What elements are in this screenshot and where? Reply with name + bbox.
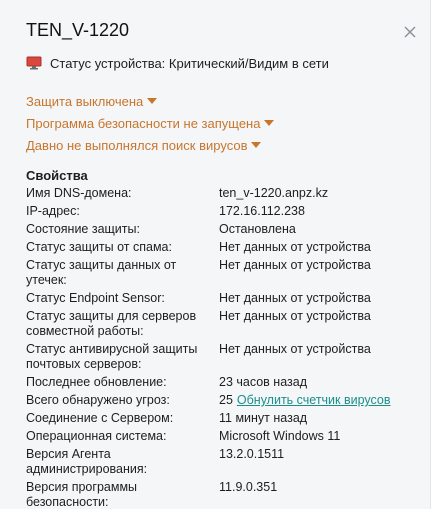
alert-protection-off[interactable]: Защита выключена <box>26 94 274 116</box>
property-value: Microsoft Windows 11 <box>219 429 341 443</box>
property-row-spam-protection: Статус защиты от спама: Нет данных от ус… <box>26 240 426 255</box>
property-value: Остановлена <box>219 222 296 236</box>
device-status-row: Статус устройства: Критический/Видим в с… <box>26 55 329 71</box>
property-key: Операционная система: <box>26 429 167 443</box>
reset-virus-counter-link[interactable]: Обнулить счетчик вирусов <box>237 393 391 407</box>
property-row-security-app-version: Версия программы безопасности: 11.9.0.35… <box>26 480 426 510</box>
property-value: Нет данных от устройства <box>219 342 371 356</box>
caret-down-icon <box>264 120 275 126</box>
property-key: Версия программы безопасности: <box>26 480 138 509</box>
property-row-last-update: Последнее обновление: 23 часов назад <box>26 375 426 390</box>
property-value: Нет данных от устройства <box>219 309 371 323</box>
alert-security-app-not-running[interactable]: Программа безопасности не запущена <box>26 116 275 138</box>
alert-label: Программа безопасности не запущена <box>26 116 261 131</box>
property-key: Статус Endpoint Sensor: <box>26 291 165 305</box>
properties-list: Имя DNS-домена: ten_v-1220.anpz.kz IP-ад… <box>26 186 426 513</box>
property-row-endpoint-sensor: Статус Endpoint Sensor: Нет данных от ус… <box>26 291 426 306</box>
property-value: ten_v-1220.anpz.kz <box>219 186 329 200</box>
property-key: Версия Агента администрирования: <box>26 447 148 476</box>
alert-label: Защита выключена <box>26 94 144 109</box>
close-icon[interactable] <box>402 24 418 40</box>
property-row-protection-state: Состояние защиты: Остановлена <box>26 222 426 237</box>
alert-label: Давно не выполнялся поиск вирусов <box>26 138 248 153</box>
property-row-threats-detected: Всего обнаружено угроз: 25 Обнулить счетч… <box>26 393 426 408</box>
property-key: Состояние защиты: <box>26 222 140 236</box>
property-key: IP-адрес: <box>26 204 80 218</box>
device-status-text: Статус устройства: Критический/Видим в с… <box>50 55 329 71</box>
alerts-list: Защита выключена Программа безопасности … <box>26 94 275 160</box>
properties-section-title: Свойства <box>26 168 88 183</box>
property-value-wrap: 25 Обнулить счетчик вирусов <box>219 393 391 408</box>
threat-count: 25 <box>219 393 233 407</box>
caret-down-icon <box>147 98 158 104</box>
property-row-dns: Имя DNS-домена: ten_v-1220.anpz.kz <box>26 186 426 201</box>
property-value: 23 часов назад <box>219 375 307 389</box>
monitor-critical-icon <box>26 56 42 70</box>
device-properties-panel: TEN_V-1220 Статус устройства: Критически… <box>0 0 431 509</box>
property-value: 13.2.0.1511 <box>219 447 285 461</box>
property-key: Статус защиты данных от утечек: <box>26 258 177 287</box>
property-key: Статус защиты для серверов совместной ра… <box>26 309 197 338</box>
property-value: 11 минут назад <box>219 411 308 425</box>
property-key: Всего обнаружено угроз: <box>26 393 170 407</box>
scrollbar-track[interactable] <box>431 0 442 509</box>
caret-down-icon <box>251 142 262 148</box>
property-row-server-connection: Соединение с Сервером: 11 минут назад <box>26 411 426 426</box>
property-key: Соединение с Сервером: <box>26 411 174 425</box>
property-row-dlp: Статус защиты данных от утечек: Нет данн… <box>26 258 426 288</box>
property-key: Статус защиты от спама: <box>26 240 172 254</box>
property-row-agent-version: Версия Агента администрирования: 13.2.0.… <box>26 447 426 477</box>
alert-virus-scan-overdue[interactable]: Давно не выполнялся поиск вирусов <box>26 138 274 160</box>
property-value: 11.9.0.351 <box>219 480 278 494</box>
property-row-ip: IP-адрес: 172.16.112.238 <box>26 204 426 219</box>
property-value: Нет данных от устройства <box>219 258 371 272</box>
property-key: Имя DNS-домена: <box>26 186 132 200</box>
property-key: Статус антивирусной защиты почтовых серв… <box>26 342 198 371</box>
device-title: TEN_V-1220 <box>26 20 130 40</box>
property-row-collab-servers: Статус защиты для серверов совместной ра… <box>26 309 426 339</box>
property-value: 172.16.112.238 <box>219 204 305 218</box>
property-value: Нет данных от устройства <box>219 291 371 305</box>
property-key: Последнее обновление: <box>26 375 167 389</box>
property-row-os: Операционная система: Microsoft Windows … <box>26 429 426 444</box>
property-row-mail-servers: Статус антивирусной защиты почтовых серв… <box>26 342 426 372</box>
property-value: Нет данных от устройства <box>219 240 371 254</box>
